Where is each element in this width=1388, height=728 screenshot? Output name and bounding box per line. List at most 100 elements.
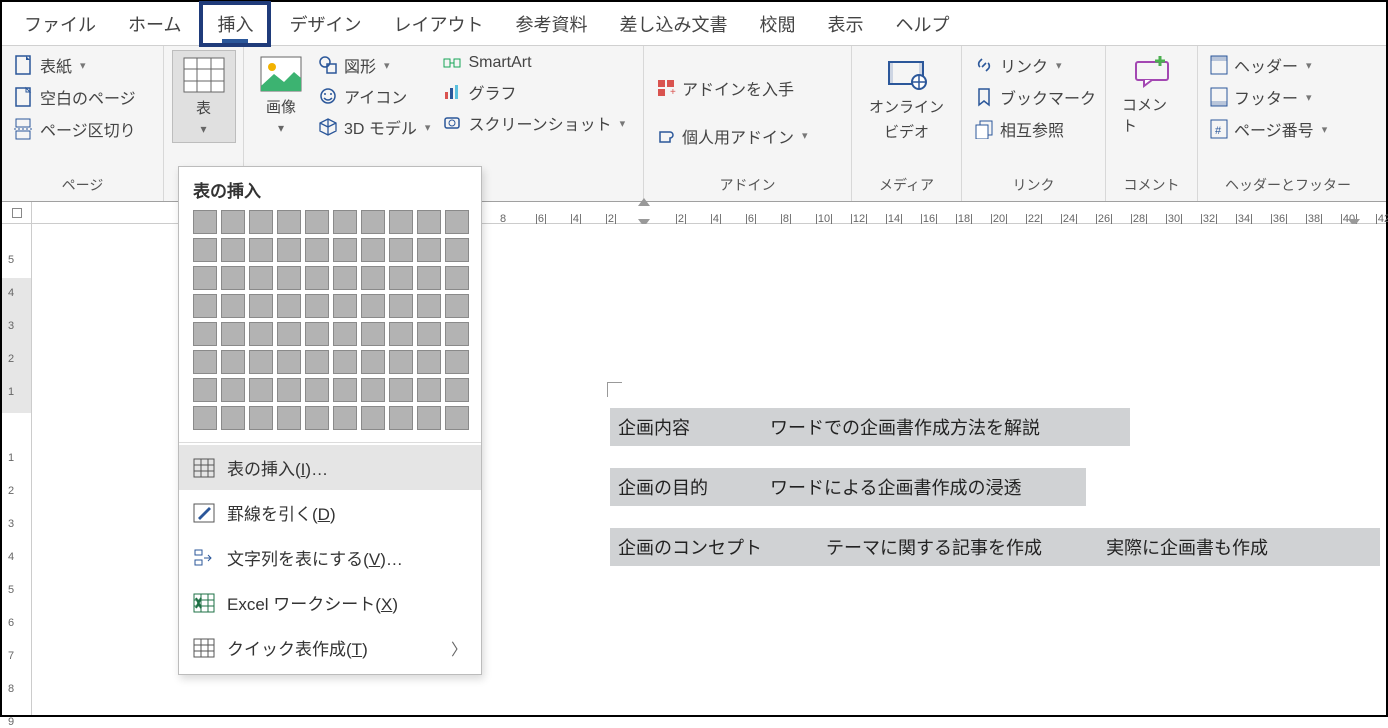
grid-cell[interactable] xyxy=(277,322,301,346)
grid-cell[interactable] xyxy=(193,238,217,262)
grid-cell[interactable] xyxy=(305,378,329,402)
get-addins-button[interactable]: + アドインを入手 xyxy=(650,73,800,103)
tab-file[interactable]: ファイル xyxy=(10,3,110,45)
grid-cell[interactable] xyxy=(389,266,413,290)
grid-cell[interactable] xyxy=(361,322,385,346)
grid-cell[interactable] xyxy=(249,238,273,262)
3d-models-button[interactable]: 3D モデル▾ xyxy=(312,112,436,142)
grid-cell[interactable] xyxy=(221,350,245,374)
grid-cell[interactable] xyxy=(277,210,301,234)
grid-cell[interactable] xyxy=(305,266,329,290)
icons-button[interactable]: アイコン xyxy=(312,81,436,111)
insert-table-item[interactable]: 表の挿入(I)… xyxy=(179,445,481,490)
grid-cell[interactable] xyxy=(193,378,217,402)
selection-row-1[interactable]: 企画内容 ワードでの企画書作成方法を解説 xyxy=(610,408,1140,446)
grid-cell[interactable] xyxy=(249,210,273,234)
grid-cell[interactable] xyxy=(277,350,301,374)
grid-cell[interactable] xyxy=(249,350,273,374)
vertical-ruler[interactable]: 54321123456789 xyxy=(2,224,32,715)
grid-cell[interactable] xyxy=(445,294,469,318)
grid-cell[interactable] xyxy=(333,210,357,234)
excel-worksheet-item[interactable]: Excel ワークシート(X) xyxy=(179,580,481,625)
pictures-button[interactable]: 画像 ▾ xyxy=(250,50,312,141)
footer-button[interactable]: フッター▾ xyxy=(1204,82,1318,112)
grid-cell[interactable] xyxy=(305,322,329,346)
grid-cell[interactable] xyxy=(193,322,217,346)
grid-cell[interactable] xyxy=(193,294,217,318)
tab-home[interactable]: ホーム xyxy=(114,3,195,45)
tab-references[interactable]: 参考資料 xyxy=(501,3,601,45)
tab-layout[interactable]: レイアウト xyxy=(379,3,497,45)
selection-row-3[interactable]: 企画のコンセプト テーマに関する記事を作成 実際に企画書も作成 xyxy=(610,528,1380,566)
grid-cell[interactable] xyxy=(305,238,329,262)
tab-design[interactable]: デザイン xyxy=(275,3,375,45)
grid-cell[interactable] xyxy=(361,406,385,430)
grid-cell[interactable] xyxy=(417,322,441,346)
header-button[interactable]: ヘッダー▾ xyxy=(1204,50,1318,80)
grid-cell[interactable] xyxy=(417,350,441,374)
grid-cell[interactable] xyxy=(445,210,469,234)
grid-cell[interactable] xyxy=(221,238,245,262)
grid-cell[interactable] xyxy=(333,350,357,374)
grid-cell[interactable] xyxy=(333,322,357,346)
my-addins-button[interactable]: 個人用アドイン▾ xyxy=(650,121,814,151)
grid-cell[interactable] xyxy=(417,266,441,290)
grid-cell[interactable] xyxy=(389,350,413,374)
tab-insert[interactable]: 挿入 xyxy=(199,1,271,47)
comment-button[interactable]: コメント xyxy=(1112,50,1191,142)
grid-cell[interactable] xyxy=(333,378,357,402)
online-video-button[interactable]: オンライン ビデオ xyxy=(859,50,954,148)
grid-cell[interactable] xyxy=(417,210,441,234)
grid-cell[interactable] xyxy=(249,294,273,318)
page-number-button[interactable]: # ページ番号▾ xyxy=(1204,114,1333,144)
tab-help[interactable]: ヘルプ xyxy=(881,3,963,45)
grid-cell[interactable] xyxy=(417,294,441,318)
chart-button[interactable]: グラフ xyxy=(436,77,631,107)
grid-cell[interactable] xyxy=(193,406,217,430)
grid-cell[interactable] xyxy=(361,378,385,402)
bookmark-button[interactable]: ブックマーク xyxy=(968,82,1102,112)
grid-cell[interactable] xyxy=(277,266,301,290)
grid-cell[interactable] xyxy=(389,322,413,346)
grid-cell[interactable] xyxy=(221,294,245,318)
grid-cell[interactable] xyxy=(361,210,385,234)
grid-cell[interactable] xyxy=(333,406,357,430)
grid-cell[interactable] xyxy=(193,350,217,374)
grid-cell[interactable] xyxy=(445,350,469,374)
grid-cell[interactable] xyxy=(305,210,329,234)
grid-cell[interactable] xyxy=(221,210,245,234)
grid-cell[interactable] xyxy=(445,238,469,262)
smartart-button[interactable]: SmartArt xyxy=(436,50,631,76)
table-button[interactable]: 表 ▾ xyxy=(172,50,236,143)
cover-page-button[interactable]: 表紙 ▾ xyxy=(8,50,92,80)
grid-cell[interactable] xyxy=(277,238,301,262)
grid-cell[interactable] xyxy=(221,406,245,430)
grid-cell[interactable] xyxy=(193,266,217,290)
grid-cell[interactable] xyxy=(221,266,245,290)
grid-cell[interactable] xyxy=(445,406,469,430)
tab-review[interactable]: 校閲 xyxy=(745,3,809,45)
selection-row-2[interactable]: 企画の目的 ワードによる企画書作成の浸透 xyxy=(610,468,1095,506)
grid-cell[interactable] xyxy=(305,406,329,430)
grid-cell[interactable] xyxy=(193,210,217,234)
tab-mailings[interactable]: 差し込み文書 xyxy=(605,3,741,45)
blank-page-button[interactable]: 空白のページ xyxy=(8,82,142,112)
grid-cell[interactable] xyxy=(389,210,413,234)
screenshot-button[interactable]: スクリーンショット▾ xyxy=(436,108,631,138)
link-button[interactable]: リンク▾ xyxy=(968,50,1068,80)
grid-cell[interactable] xyxy=(361,238,385,262)
grid-cell[interactable] xyxy=(333,238,357,262)
grid-cell[interactable] xyxy=(361,266,385,290)
grid-cell[interactable] xyxy=(277,378,301,402)
grid-cell[interactable] xyxy=(445,322,469,346)
draw-table-item[interactable]: 罫線を引く(D) xyxy=(179,490,481,535)
grid-cell[interactable] xyxy=(389,238,413,262)
page-break-button[interactable]: ページ区切り xyxy=(8,114,142,144)
grid-cell[interactable] xyxy=(445,378,469,402)
grid-cell[interactable] xyxy=(249,378,273,402)
convert-text-item[interactable]: 文字列を表にする(V)… xyxy=(179,535,481,580)
grid-cell[interactable] xyxy=(221,378,245,402)
grid-cell[interactable] xyxy=(249,266,273,290)
grid-cell[interactable] xyxy=(417,406,441,430)
grid-cell[interactable] xyxy=(305,294,329,318)
